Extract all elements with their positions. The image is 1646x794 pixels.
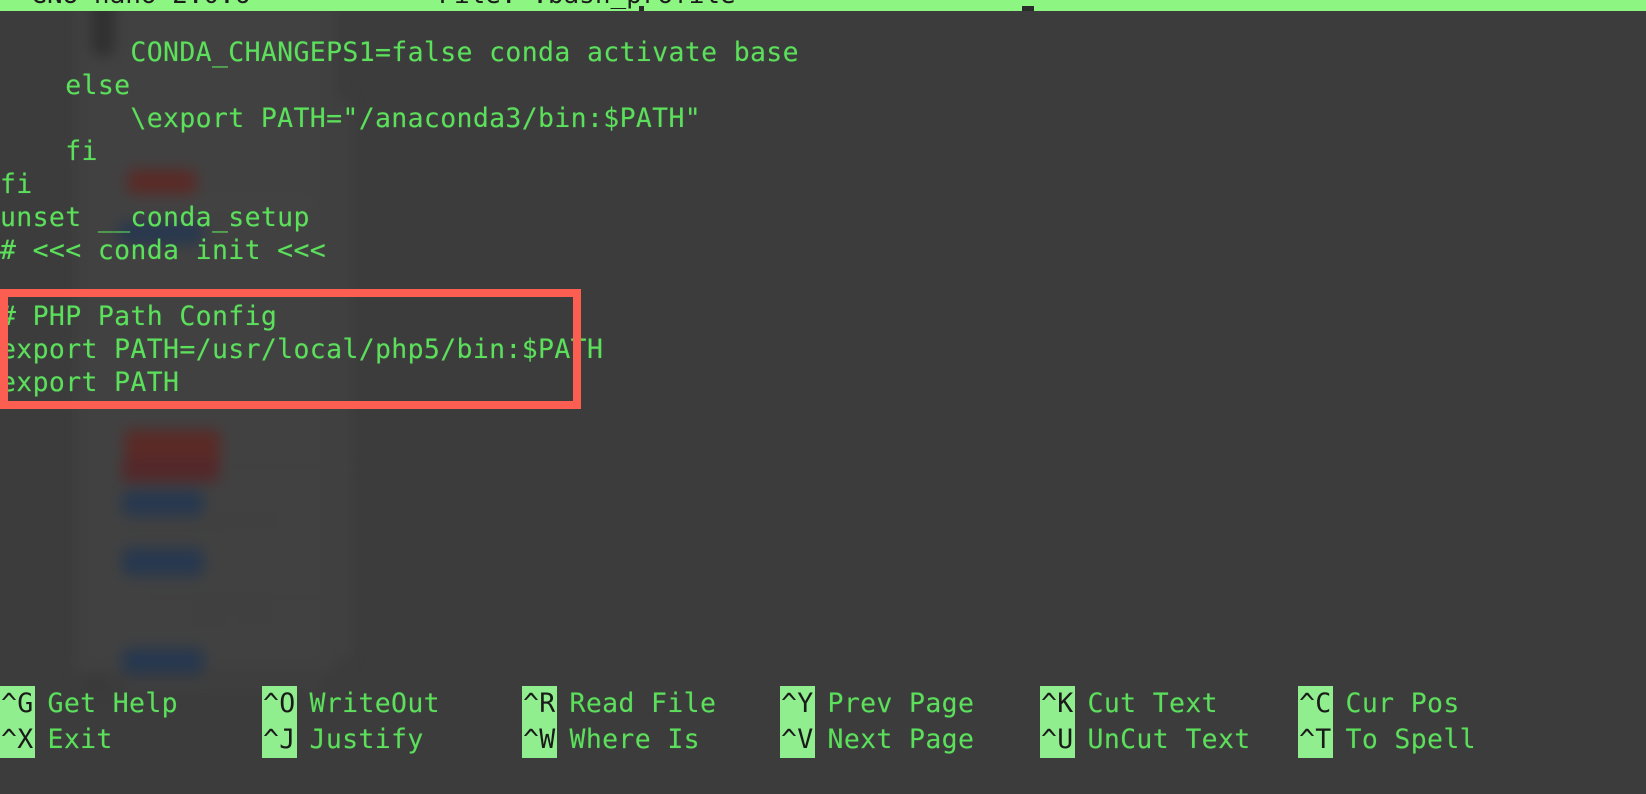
shortcut-column-4: ^Y Prev Page ^V Next Page (780, 678, 1042, 794)
shortcut-next-page[interactable]: ^V Next Page (780, 722, 974, 758)
shortcut-writeout[interactable]: ^O WriteOut (262, 686, 440, 722)
code-line: unset __conda_setup (0, 202, 310, 233)
shortcut-column-5: ^K Cut Text ^U UnCut Text (1040, 678, 1302, 794)
shortcut-key-ctrl-c[interactable]: ^C (1298, 686, 1333, 722)
shortcut-label-where-is[interactable]: Where Is (557, 722, 700, 758)
shortcut-read-file[interactable]: ^R Read File (522, 686, 716, 722)
shortcut-key-ctrl-v[interactable]: ^V (780, 722, 815, 758)
shortcut-key-ctrl-r[interactable]: ^R (522, 686, 557, 722)
shortcut-column-1: ^G Get Help ^X Exit (0, 678, 262, 794)
shortcut-key-ctrl-k[interactable]: ^K (1040, 686, 1075, 722)
shortcut-cur-pos[interactable]: ^C Cur Pos (1298, 686, 1460, 722)
shortcut-justify[interactable]: ^J Justify (262, 722, 424, 758)
code-line: export PATH (0, 367, 180, 398)
nano-title-text: GNU nano 2.0.6 File: .bash_profile (0, 0, 1190, 10)
shortcut-column-6: ^C Cur Pos ^T To Spell (1298, 678, 1560, 794)
shortcut-label-get-help[interactable]: Get Help (35, 686, 178, 722)
nano-title-bar: GNU nano 2.0.6 File: .bash_profile (0, 0, 1646, 11)
shortcut-label-read-file[interactable]: Read File (557, 686, 717, 722)
shortcut-key-ctrl-g[interactable]: ^G (0, 686, 35, 722)
shortcut-exit[interactable]: ^X Exit (0, 722, 113, 758)
shortcut-column-2: ^O WriteOut ^J Justify (262, 678, 524, 794)
shortcut-get-help[interactable]: ^G Get Help (0, 686, 178, 722)
shortcut-key-ctrl-j[interactable]: ^J (262, 722, 297, 758)
code-line: # <<< conda init <<< (0, 235, 327, 266)
shortcut-label-to-spell[interactable]: To Spell (1333, 722, 1476, 758)
nano-terminal-screen: GNU nano 2.0.6 File: .bash_profile CONDA… (0, 0, 1646, 794)
nano-shortcut-bar: ^G Get Help ^X Exit ^O WriteOut ^J Justify ^… (0, 678, 1646, 794)
shortcut-key-ctrl-t[interactable]: ^T (1298, 722, 1333, 758)
shortcut-key-ctrl-o[interactable]: ^O (262, 686, 297, 722)
shortcut-prev-page[interactable]: ^Y Prev Page (780, 686, 974, 722)
shortcut-where-is[interactable]: ^W Where Is (522, 722, 700, 758)
shortcut-uncut-text[interactable]: ^U UnCut Text (1040, 722, 1251, 758)
code-line: else (0, 70, 131, 101)
shortcut-to-spell[interactable]: ^T To Spell (1298, 722, 1476, 758)
shortcut-label-prev-page[interactable]: Prev Page (815, 686, 975, 722)
shortcut-label-uncut-text[interactable]: UnCut Text (1075, 722, 1251, 758)
title-glyph-descender-1 (639, 6, 644, 11)
nano-editor-buffer[interactable]: CONDA_CHANGEPS1=false conda activate bas… (0, 11, 1646, 671)
shortcut-cut-text[interactable]: ^K Cut Text (1040, 686, 1218, 722)
shortcut-column-3: ^R Read File ^W Where Is (522, 678, 784, 794)
code-line: fi (0, 169, 33, 200)
shortcut-label-cur-pos[interactable]: Cur Pos (1333, 686, 1460, 722)
shortcut-label-justify[interactable]: Justify (297, 722, 424, 758)
shortcut-label-next-page[interactable]: Next Page (815, 722, 975, 758)
shortcut-label-cut-text[interactable]: Cut Text (1075, 686, 1218, 722)
shortcut-key-ctrl-w[interactable]: ^W (522, 722, 557, 758)
shortcut-key-ctrl-x[interactable]: ^X (0, 722, 35, 758)
code-line: export PATH=/usr/local/php5/bin:$PATH (0, 334, 604, 365)
shortcut-label-exit[interactable]: Exit (35, 722, 113, 758)
shortcut-key-ctrl-u[interactable]: ^U (1040, 722, 1075, 758)
code-line: fi (0, 136, 98, 167)
title-glyph-descender-2 (1022, 6, 1034, 11)
code-line: # PHP Path Config (0, 301, 278, 332)
shortcut-key-ctrl-y[interactable]: ^Y (780, 686, 815, 722)
code-line: CONDA_CHANGEPS1=false conda activate bas… (0, 37, 799, 68)
shortcut-label-writeout[interactable]: WriteOut (297, 686, 440, 722)
code-line: \export PATH="/anaconda3/bin:$PATH" (0, 103, 702, 134)
